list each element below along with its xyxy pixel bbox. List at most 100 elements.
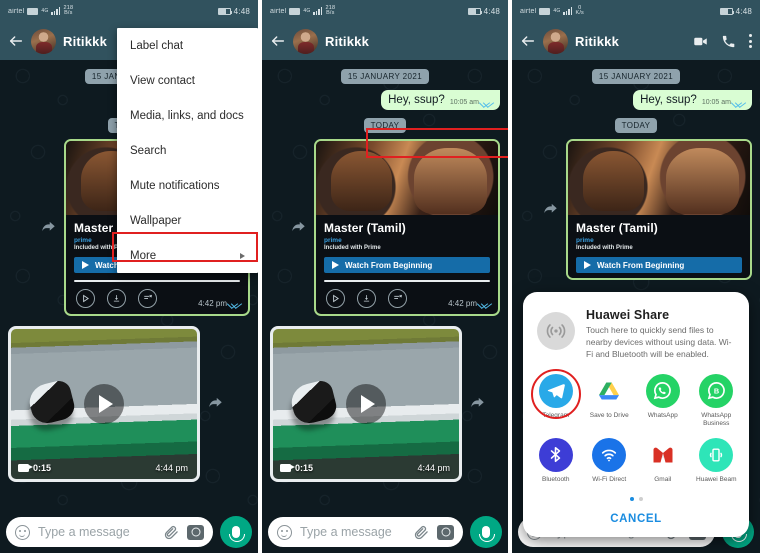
chevron-right-icon	[240, 252, 245, 259]
watchlist-button[interactable]	[388, 288, 407, 308]
pager-dot-active[interactable]	[629, 497, 634, 501]
cancel-button[interactable]: CANCEL	[523, 507, 749, 527]
play-icon	[82, 261, 89, 269]
download-button[interactable]	[107, 288, 126, 308]
paperclip-icon[interactable]	[164, 525, 179, 540]
watch-from-beginning-button[interactable]: Watch From Beginning	[576, 257, 742, 273]
motorcycle-rider	[287, 377, 339, 427]
share-target-huawei-beam[interactable]: Huawei Beam	[690, 437, 744, 484]
paperclip-icon[interactable]	[414, 525, 429, 540]
camera-icon[interactable]	[187, 524, 204, 540]
prime-video-card[interactable]: Master (Tamil) prime Included with Prime…	[566, 139, 752, 280]
huawei-share-header[interactable]: Huawei Share Touch here to quickly send …	[523, 305, 749, 361]
kebab-menu-icon[interactable]	[749, 34, 752, 48]
message-input-placeholder[interactable]: Type a message	[300, 525, 406, 539]
back-arrow-icon[interactable]	[8, 33, 24, 49]
motorcycle-rider	[25, 377, 77, 427]
share-target-bluetooth[interactable]: Bluetooth	[529, 437, 583, 484]
watchlist-button[interactable]	[138, 288, 157, 308]
share-target-gmail[interactable]: Gmail	[636, 437, 690, 484]
back-arrow-icon[interactable]	[520, 33, 536, 49]
video-message-bubble[interactable]: 0:15 4:44 pm	[8, 325, 200, 482]
share-sheet-description: Touch here to quickly send files to near…	[586, 324, 732, 360]
download-button[interactable]	[357, 288, 376, 308]
menu-item-more[interactable]: More	[117, 238, 258, 273]
message-time: 10:05 am	[449, 99, 479, 106]
voice-record-button[interactable]	[220, 516, 252, 548]
menu-item-label-chat[interactable]: Label chat	[117, 28, 258, 63]
message-input-pill[interactable]: Type a message	[6, 517, 213, 547]
read-receipt-icon	[230, 300, 241, 307]
prime-card-body: Master (Tamil) prime Included with Prime…	[568, 215, 750, 278]
share-target-telegram[interactable]: Telegram	[529, 368, 583, 428]
share-target-wifi-direct[interactable]: Wi-Fi Direct	[583, 437, 637, 484]
avatar[interactable]	[293, 28, 318, 54]
forward-icon[interactable]	[208, 396, 223, 411]
prime-card-subtitle: Included with Prime	[324, 245, 381, 251]
overflow-menu-primary[interactable]: Label chat View contact Media, links, an…	[117, 28, 258, 273]
forward-icon[interactable]	[543, 202, 558, 217]
forward-icon[interactable]	[291, 220, 306, 235]
sim-icon	[539, 7, 551, 15]
smiley-icon[interactable]	[15, 524, 30, 540]
share-target-label: WhatsApp	[647, 411, 678, 419]
prime-card-meta: 4:42 pm	[448, 299, 491, 308]
voice-record-button[interactable]	[470, 516, 502, 548]
video-message-bubble[interactable]: 0:15 4:44 pm	[270, 325, 462, 482]
message-input-placeholder[interactable]: Type a message	[38, 525, 156, 539]
date-divider-today: TODAY	[270, 115, 500, 133]
menu-item-mute-notifications[interactable]: Mute notifications	[117, 168, 258, 203]
pager-dot[interactable]	[638, 497, 643, 501]
read-receipt-icon	[480, 300, 491, 307]
menu-item-search[interactable]: Search	[117, 133, 258, 168]
video-time-label: 4:44 pm	[417, 462, 450, 473]
text-message-bubble[interactable]: Hey, ssup? 10:05 am	[633, 90, 752, 110]
date-divider: 15 JANUARY 2021	[270, 66, 500, 84]
read-receipt-icon	[482, 99, 493, 106]
share-sheet-pager[interactable]	[523, 488, 749, 507]
share-target-label: Bluetooth	[542, 475, 570, 483]
phone-screenshot-panel-2: airtel 4G 218 B/s 4:48 Ritikkk 15 JANUAR…	[262, 0, 508, 553]
video-call-icon[interactable]	[693, 34, 708, 49]
phone-icon[interactable]	[721, 34, 736, 49]
date-chip: 15 JANUARY 2021	[591, 69, 681, 84]
menu-item-media-links-docs[interactable]: Media, links, and docs	[117, 98, 258, 133]
prime-brand-label: prime	[576, 237, 594, 244]
camera-icon[interactable]	[437, 524, 454, 540]
huawei-beam-icon	[699, 437, 734, 472]
huawei-share-wave-icon	[537, 311, 575, 350]
date-chip-today: TODAY	[614, 118, 658, 133]
watch-button-label: Watch From Beginning	[345, 260, 433, 270]
play-button[interactable]	[76, 288, 95, 308]
back-arrow-icon[interactable]	[270, 33, 286, 49]
forward-icon[interactable]	[41, 220, 56, 235]
forward-icon[interactable]	[470, 396, 485, 411]
share-sheet[interactable]: Huawei Share Touch here to quickly send …	[523, 291, 749, 537]
video-play-button[interactable]	[346, 383, 386, 424]
menu-item-label: Wallpaper	[130, 214, 182, 227]
play-button[interactable]	[326, 288, 345, 308]
share-target-label: Wi-Fi Direct	[592, 475, 627, 483]
avatar[interactable]	[31, 28, 56, 54]
carrier-label: airtel	[8, 7, 25, 15]
video-play-button[interactable]	[84, 383, 124, 424]
bluetooth-icon	[538, 437, 573, 472]
text-message-bubble[interactable]: Hey, ssup? 10:05 am	[381, 90, 500, 110]
share-target-save-to-drive[interactable]: Save to Drive	[583, 373, 637, 428]
chat-messages: 15 JANUARY 2021 Hey, ssup? 10:05 am TODA…	[512, 60, 760, 286]
watch-from-beginning-button[interactable]: Watch From Beginning	[324, 257, 490, 273]
prime-card-body: Master (Tamil) prime Included with Prime…	[316, 215, 498, 278]
prime-card-meta: 4:42 pm	[198, 299, 241, 308]
date-chip-today: TODAY	[363, 118, 407, 133]
menu-item-view-contact[interactable]: View contact	[117, 63, 258, 98]
prime-video-card[interactable]: Master (Tamil) prime Included with Prime…	[314, 139, 500, 316]
data-rate-indicator: 218 B/s	[325, 5, 335, 17]
avatar[interactable]	[543, 28, 568, 54]
message-row-outgoing: Hey, ssup? 10:05 am	[270, 90, 500, 110]
share-target-whatsapp-business[interactable]: B WhatsApp Business	[690, 373, 744, 428]
prime-card-title: Master (Tamil)	[324, 221, 406, 235]
smiley-icon[interactable]	[277, 524, 292, 540]
share-target-whatsapp[interactable]: WhatsApp	[636, 373, 690, 428]
message-input-pill[interactable]: Type a message	[268, 517, 463, 547]
menu-item-wallpaper[interactable]: Wallpaper	[117, 203, 258, 238]
